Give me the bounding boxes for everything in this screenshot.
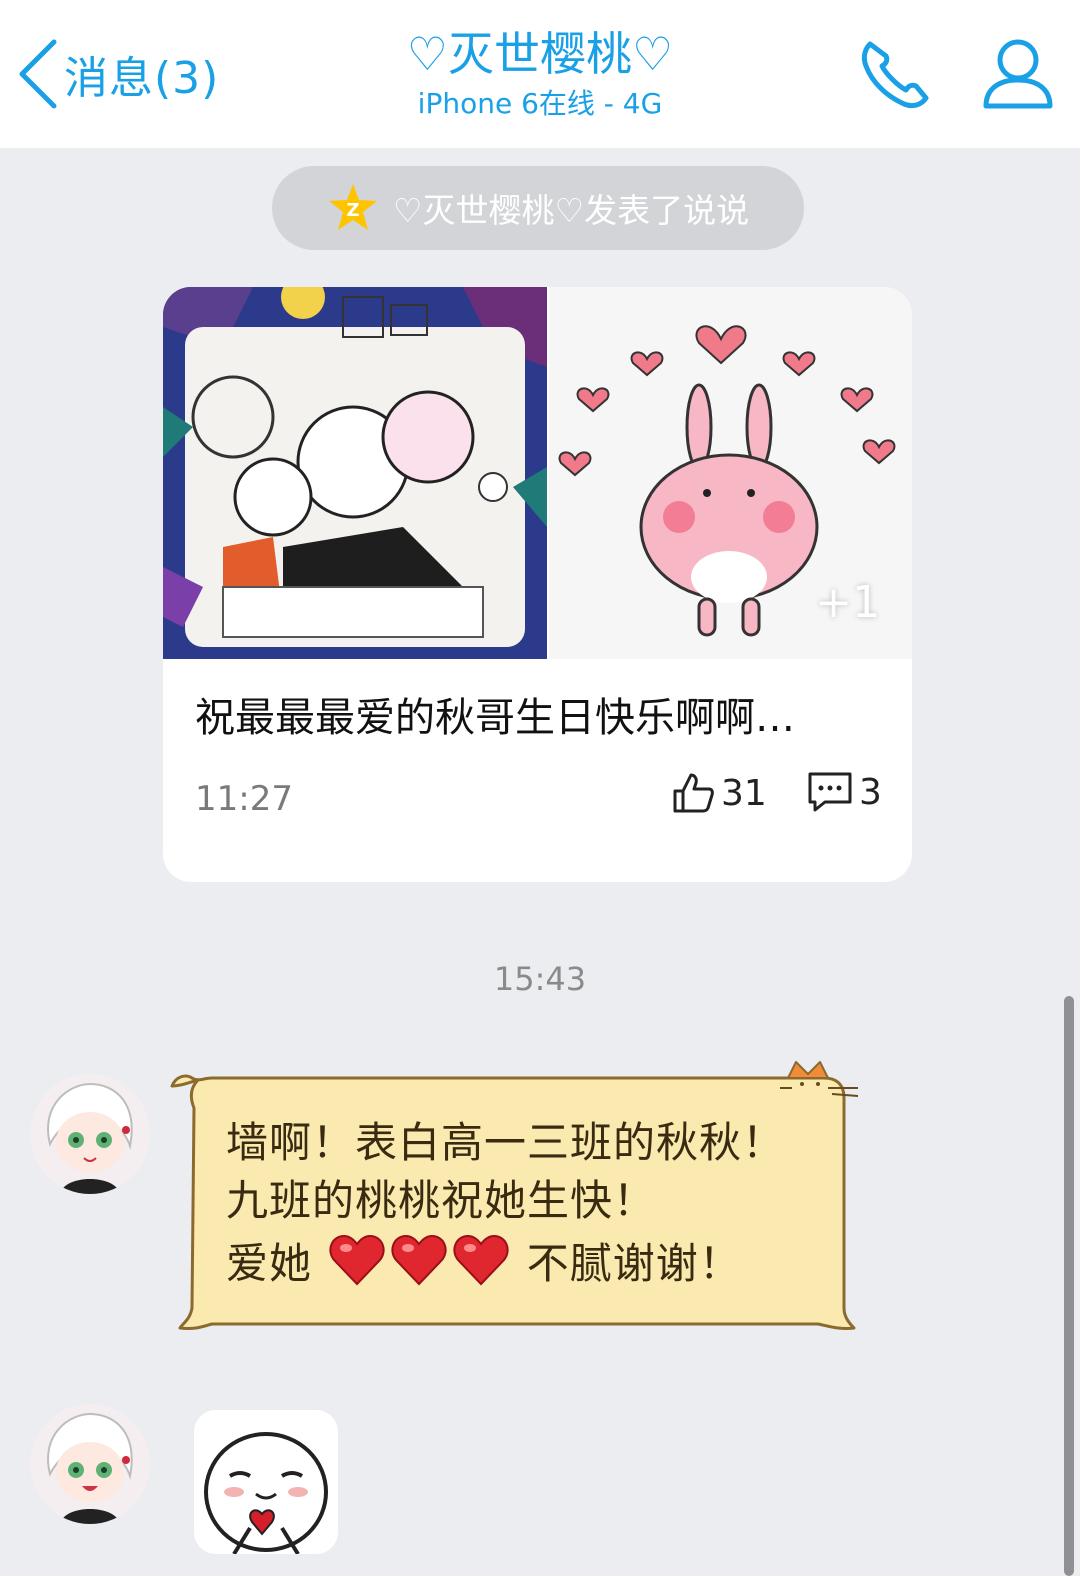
- post-image-anime-drawing[interactable]: [163, 287, 547, 659]
- like-count: 31: [721, 772, 767, 814]
- avatar[interactable]: [30, 1074, 150, 1194]
- online-status: iPhone 6在线 - 4G: [417, 87, 663, 120]
- message-line1: 墙啊！表白高一三班的秋秋！九班的桃桃祝她生快！: [226, 1118, 786, 1225]
- contact-name: ♡灭世樱桃♡: [406, 27, 674, 81]
- avatar[interactable]: [30, 1404, 150, 1524]
- time-divider: 15:43: [493, 960, 587, 998]
- comment-button[interactable]: 3: [807, 771, 882, 813]
- extra-images-count: +1: [815, 577, 880, 628]
- thumbs-up-icon: [673, 773, 714, 813]
- chevron-left-icon: [19, 39, 57, 109]
- message-line2: 爱她 不腻谢谢！: [226, 1234, 786, 1293]
- comment-count: 3: [859, 771, 882, 813]
- post-time: 11:27: [195, 779, 293, 819]
- qzone-notice[interactable]: Z ♡灭世樱桃♡发表了说说: [272, 166, 804, 250]
- message-bubble[interactable]: 墙啊！表白高一三班的秋秋！九班的桃桃祝她生快！ 爱她 不腻谢谢！: [168, 1058, 868, 1348]
- message-line2-end: 不腻谢谢！: [526, 1239, 742, 1288]
- post-text: 祝最最最爱的秋哥生日快乐啊啊…: [195, 695, 795, 741]
- red-heart-emoji-icon: [453, 1234, 509, 1286]
- chat-header: 消息(3) ♡灭世樱桃♡ iPhone 6在线 - 4G: [0, 0, 1080, 148]
- red-heart-emoji-icon: [391, 1234, 447, 1286]
- shuoshuo-post-card[interactable]: +1 祝最最最爱的秋哥生日快乐啊啊… 11:27 31 3: [163, 287, 912, 882]
- red-heart-emoji-icon: [329, 1234, 385, 1286]
- like-button[interactable]: 31: [671, 771, 767, 815]
- phone-icon[interactable]: [856, 34, 936, 114]
- notice-text: ♡灭世樱桃♡发表了说说: [392, 191, 750, 230]
- profile-icon[interactable]: [978, 34, 1058, 114]
- qzone-star-icon: Z: [328, 184, 377, 230]
- sticker-message[interactable]: [194, 1410, 338, 1554]
- back-label: 消息(3): [64, 53, 220, 104]
- scrollbar[interactable]: [1064, 996, 1074, 1576]
- blushing-face-sticker: [194, 1410, 338, 1554]
- message-line2-start: 爱她: [226, 1239, 313, 1288]
- back-button[interactable]: 消息(3): [16, 34, 219, 114]
- contact-title-block[interactable]: ♡灭世樱桃♡ iPhone 6在线 - 4G: [240, 24, 840, 124]
- comment-icon: [808, 772, 852, 812]
- svg-text:Z: Z: [346, 200, 359, 221]
- message-text: 墙啊！表白高一三班的秋秋！九班的桃桃祝她生快！ 爱她 不腻谢谢！: [226, 1114, 786, 1293]
